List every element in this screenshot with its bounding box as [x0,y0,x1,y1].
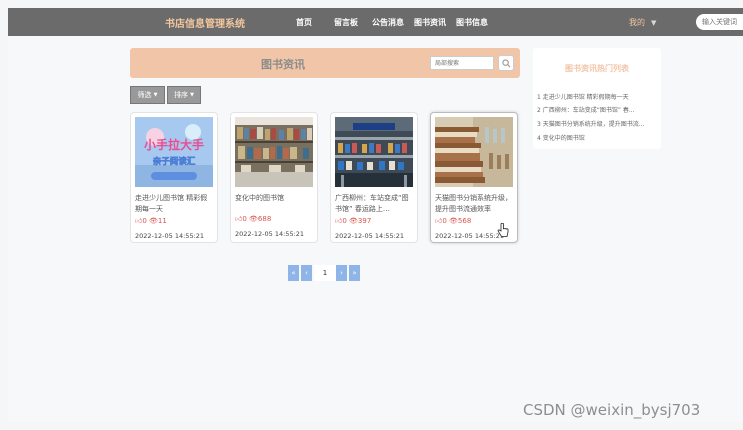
top-navbar: 书店信息管理系统 首页 留言板 公告消息 图书资讯 图书信息 我的 ▼ [8,8,743,36]
eye-icon: 👁︎ [149,217,158,225]
news-card[interactable]: 小手拉大手 亲子阅读汇 走进少儿图书馆 精彩假期每一天 👍︎0 👁︎11 202… [130,112,218,243]
news-card-date: 2022-12-05 14:55:21 [235,230,305,238]
nav-message-board[interactable]: 留言板 [334,17,358,28]
sort-label: 排序 [174,91,189,99]
page-title: 图书资讯 [261,58,305,71]
like-count: 0 [142,217,147,225]
eye-icon: 👁︎ [449,217,458,225]
nav-announcements[interactable]: 公告消息 [372,17,404,28]
like-count: 0 [242,215,247,223]
view-count: 397 [357,217,372,225]
app-brand[interactable]: 书店信息管理系统 [165,15,245,30]
filter-label: 筛选 [137,91,152,99]
pager-first-button[interactable]: « [288,265,299,281]
news-header-panel: 图书资讯 [130,48,520,78]
search-icon [501,58,510,67]
news-card-stats: 👍︎0 👁︎688 [235,214,271,223]
news-card[interactable]: 变化中的图书馆 👍︎0 👁︎688 2022-12-05 14:55:21 [230,112,318,243]
nav-home[interactable]: 首页 [296,17,312,28]
news-card-title[interactable]: 变化中的图书馆 [235,193,313,204]
like-count: 0 [342,217,347,225]
sort-dropdown-button[interactable]: 排序 ▼ [167,86,201,104]
view-count: 688 [257,215,272,223]
csdn-watermark: CSDN @weixin_bysj703 [523,401,701,419]
news-card[interactable]: 广西柳州：车站变成“图书馆” 春运路上… 👍︎0 👁︎397 2022-12-0… [330,112,418,243]
news-card-date: 2022-12-05 14:55:21 [135,232,205,240]
caret-down-icon: ▼ [190,92,194,98]
eye-icon: 👁︎ [249,215,258,223]
pager-next-button[interactable]: › [336,265,347,281]
view-count: 568 [457,217,472,225]
news-thumbnail[interactable]: 小手拉大手 亲子阅读汇 [135,117,213,187]
news-card-stats: 👍︎0 👁︎397 [335,216,371,225]
hot-news-item[interactable]: 4 变化中的图书馆 [537,133,659,142]
nav-book-news[interactable]: 图书资讯 [414,17,446,28]
caret-down-icon: ▼ [153,92,158,98]
hot-news-item[interactable]: 3 天猫图书分销系统升级，提升图书流... [537,119,659,128]
news-card-title[interactable]: 广西柳州：车站变成“图书馆” 春运路上… [335,193,413,215]
global-search-input[interactable] [696,14,743,30]
nav-book-info[interactable]: 图书信息 [456,17,488,28]
filter-dropdown-button[interactable]: 筛选 ▼ [130,86,165,104]
local-search-button[interactable] [498,55,514,71]
poster-subheadline: 亲子阅读汇 [153,156,196,167]
hot-news-item[interactable]: 1 走进少儿图书馆 精彩假期每一天 [537,92,659,101]
user-menu-label: 我的 [629,18,645,27]
hand-cursor-icon [497,223,509,237]
news-card-title[interactable]: 走进少儿图书馆 精彩假期每一天 [135,193,213,215]
hot-news-item[interactable]: 2 广西柳州：车站变成“图书馆” 春... [537,105,659,114]
news-card-title[interactable]: 天猫图书分销系统升级，提升图书流通效率 [435,193,513,215]
news-card-stats: 👍︎0 👁︎568 [435,216,471,225]
news-card-date: 2022-12-05 14:55:21 [335,232,405,240]
hot-news-title: 图书资讯热门列表 [565,64,629,73]
eye-icon: 👁︎ [349,217,358,225]
news-thumbnail[interactable] [435,117,513,187]
news-card-date: 2022-12-05 14:55:21 [435,232,505,240]
poster-headline: 小手拉大手 [144,137,204,152]
like-count: 0 [442,217,447,225]
news-card-stats: 👍︎0 👁︎11 [135,216,167,225]
view-count: 11 [157,217,167,225]
pager-last-button[interactable]: » [349,265,360,281]
user-menu[interactable]: 我的 ▼ [629,17,656,28]
chevron-down-icon: ▼ [651,19,657,27]
local-search-input[interactable] [430,56,494,70]
hot-news-panel: 图书资讯热门列表 1 走进少儿图书馆 精彩假期每一天 2 广西柳州：车站变成“图… [533,48,661,149]
news-thumbnail[interactable] [235,117,313,187]
pager-page-1[interactable]: 1 [314,265,336,281]
news-thumbnail[interactable] [335,117,413,187]
pager-prev-button[interactable]: ‹ [301,265,312,281]
